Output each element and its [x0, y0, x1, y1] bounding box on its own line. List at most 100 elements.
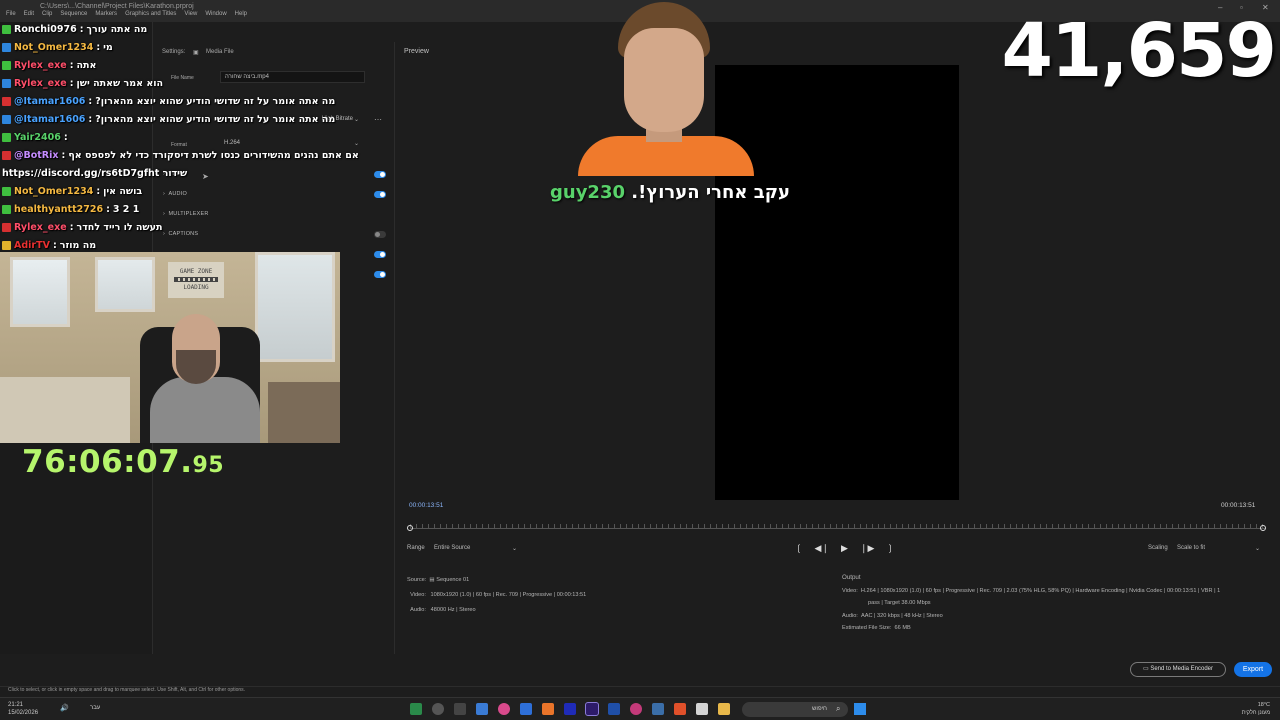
file-name-input[interactable]: ביצה שחורה.mp4	[220, 71, 365, 83]
chat-badge-icon	[2, 150, 11, 160]
output-audio: AAC | 320 kbps | 48 kHz | Stereo	[860, 612, 943, 619]
status-bar: Click to select, or click in empty space…	[0, 686, 1280, 696]
more-icon[interactable]: ⋯	[374, 115, 382, 124]
chat-username: Rylex_exe	[14, 59, 67, 71]
chat-message: Rylex_exe: אתה	[2, 58, 96, 72]
menu-window[interactable]: Window	[205, 11, 226, 21]
go-to-out-icon[interactable]: ❳	[886, 543, 894, 554]
app-icon[interactable]	[696, 703, 708, 715]
toggle[interactable]	[374, 271, 386, 278]
preview-label: Preview	[404, 48, 429, 55]
toggle[interactable]	[374, 251, 386, 258]
chat-badge-icon	[2, 96, 11, 106]
clock-date: 15/02/2026	[8, 710, 39, 716]
chat-text: מה מוזר	[59, 239, 97, 251]
menu-graphics[interactable]: Graphics and Titles	[125, 11, 176, 21]
taskbar-search[interactable]: חיפוש	[742, 702, 848, 717]
chat-separator: :	[69, 221, 74, 233]
poster-line: GAME ZONE	[179, 268, 213, 275]
play-icon[interactable]: ▶	[841, 543, 848, 554]
send-to-media-encoder-button[interactable]: ▭ Send to Media Encoder	[1130, 662, 1226, 677]
chat-message: Not_Omer1234: מי	[2, 40, 113, 54]
transport-controls: ❲ ◀❘ ▶ ❘▶ ❳	[795, 543, 894, 554]
section-captions[interactable]: › CAPTIONS	[163, 231, 198, 237]
menu-view[interactable]: View	[184, 11, 197, 21]
language-indicator[interactable]: עבר	[90, 705, 100, 711]
app-icon[interactable]	[476, 703, 488, 715]
chat-username: Yair2406	[14, 131, 61, 143]
menu-sequence[interactable]: Sequence	[60, 11, 87, 21]
weather-widget[interactable]: 18°C מעונן חלקית	[1242, 701, 1270, 717]
chat-text: תעשה לו רייד לחדר	[76, 221, 163, 233]
app-icon[interactable]	[652, 703, 664, 715]
chat-separator: :	[96, 41, 101, 53]
menu-markers[interactable]: Markers	[95, 11, 117, 21]
menu-help[interactable]: Help	[235, 11, 247, 21]
scaling-label: Scaling	[1148, 545, 1168, 551]
app-icon[interactable]	[630, 703, 642, 715]
step-forward-icon[interactable]: ❘▶	[860, 543, 874, 554]
timer-ms: 95	[192, 453, 225, 478]
chevron-down-icon: ⌄	[1255, 546, 1261, 552]
clock-time: 21:21	[8, 702, 24, 708]
folder-icon[interactable]	[718, 703, 730, 715]
stream-timer: 76:06:07.95	[22, 444, 224, 480]
settings-value: Media File	[206, 49, 234, 55]
chat-message: Rylex_exe: תעשה לו רייד לחדר	[2, 220, 162, 234]
source-audio-label: Audio:	[410, 607, 426, 613]
alert-image-face	[624, 28, 704, 132]
timecode-duration: 00:00:13:51	[1221, 502, 1256, 509]
app-icon[interactable]	[608, 703, 620, 715]
out-point-handle[interactable]	[1260, 525, 1266, 531]
section-audio[interactable]: › AUDIO	[163, 191, 187, 197]
chat-badge-icon	[2, 222, 11, 232]
premiere-icon[interactable]	[585, 702, 599, 716]
app-icon[interactable]	[542, 703, 554, 715]
chat-username: Ronchi0976	[14, 23, 77, 35]
volume-icon[interactable]: 🔊	[60, 704, 69, 712]
chat-badge-icon	[2, 204, 11, 214]
chat-username: Rylex_exe	[14, 77, 67, 89]
app-icon[interactable]	[498, 703, 510, 715]
after-effects-icon[interactable]	[564, 703, 576, 715]
scaling-select[interactable]: Scale to fit	[1177, 545, 1205, 551]
alert-message: עקב אחרי הערוץ!.	[631, 182, 790, 203]
menu-file[interactable]: File	[6, 11, 16, 21]
source-video: 1080x1920 (1.0) | 60 fps | Rec. 709 | Pr…	[430, 592, 587, 598]
app-icon[interactable]	[454, 703, 466, 715]
chat-badge-icon	[2, 24, 11, 34]
weather-desc: מעונן חלקית	[1241, 710, 1270, 716]
video-toggle[interactable]	[374, 171, 386, 178]
webcam-poster: GAME ZONE LOADING	[168, 262, 224, 298]
chat-separator: :	[61, 149, 66, 161]
chat-text: מה אתה אומר על זה שדושי הודיע שהוא יוצא …	[95, 95, 336, 107]
chat-badge-icon	[2, 186, 11, 196]
app-icon[interactable]	[432, 703, 444, 715]
section-audio-label: AUDIO	[168, 191, 187, 197]
app-icon[interactable]	[520, 703, 532, 715]
step-back-icon[interactable]: ◀❘	[815, 543, 829, 554]
timeline-scrubber[interactable]	[407, 522, 1266, 532]
settings-label: Settings:	[162, 49, 186, 55]
chat-separator: :	[63, 131, 68, 143]
export-button[interactable]: Export	[1234, 662, 1272, 677]
menu-edit[interactable]: Edit	[24, 11, 34, 21]
audio-toggle[interactable]	[374, 191, 386, 198]
webcam-couch	[268, 382, 340, 443]
captions-toggle[interactable]	[374, 231, 386, 238]
range-select[interactable]: Entire Source	[434, 545, 470, 551]
alert-username: guy230	[550, 182, 626, 203]
webcam-person-body	[150, 377, 260, 443]
go-to-in-icon[interactable]: ❲	[795, 543, 803, 554]
chevron-down-icon: ⌄	[354, 141, 360, 147]
menu-clip[interactable]: Clip	[42, 11, 52, 21]
chevron-down-icon: ⌄	[512, 546, 518, 552]
app-icon[interactable]	[410, 703, 422, 715]
app-icon[interactable]	[674, 703, 686, 715]
chat-separator: :	[52, 239, 57, 251]
alert-image-shirt	[578, 136, 754, 176]
section-multiplexer[interactable]: › MULTIPLEXER	[163, 211, 209, 217]
chat-message: @Itamar1606: מה אתה אומר על זה שדושי הודי…	[2, 112, 335, 126]
in-point-handle[interactable]	[407, 525, 413, 531]
start-icon[interactable]	[854, 703, 866, 715]
